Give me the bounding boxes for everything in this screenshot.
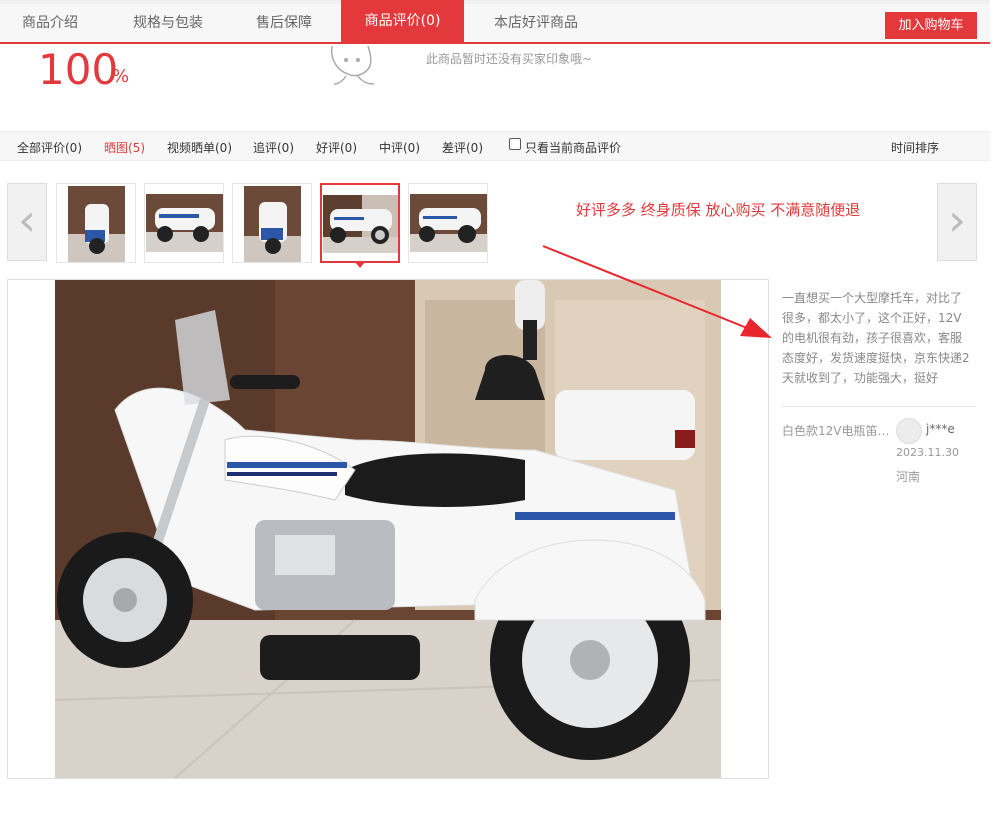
thumbnail-photo-4: [323, 195, 398, 253]
tab-after-sale[interactable]: 售后保障: [236, 4, 332, 42]
tab-bar: 商品介绍 规格与包装 售后保障 商品评价(0) 本店好评商品 加入购物车: [0, 0, 990, 44]
sort-by-time[interactable]: 时间排序: [891, 139, 939, 156]
filter-neutral[interactable]: 中评(0): [379, 139, 420, 156]
user-region: 河南: [896, 470, 921, 484]
review-divider: [782, 406, 976, 407]
tab-product-intro[interactable]: 商品介绍: [0, 4, 100, 42]
current-only-checkbox[interactable]: [509, 138, 521, 150]
tab-product-review[interactable]: 商品评价(0): [341, 0, 464, 42]
tab-store-good-products[interactable]: 本店好评商品: [474, 4, 598, 42]
review-thumbnail[interactable]: [232, 183, 312, 263]
thumbnail-photo-3: [244, 186, 301, 262]
filter-good[interactable]: 好评(0): [316, 139, 357, 156]
thumbnail-photo-5: [410, 194, 487, 252]
motorcycle-photo: [55, 280, 721, 778]
filter-all-reviews[interactable]: 全部评价(0): [17, 139, 82, 156]
user-name: j***e: [926, 422, 955, 436]
filter-video[interactable]: 视频晒单(0): [167, 139, 232, 156]
product-variant: 白色款12V电瓶笛…: [782, 424, 890, 438]
filter-follow-up[interactable]: 追评(0): [253, 139, 294, 156]
chevron-right-icon[interactable]: ›: [937, 183, 977, 261]
user-avatar: [896, 418, 922, 444]
review-photo[interactable]: [55, 280, 721, 778]
tab-spec-packaging[interactable]: 规格与包装: [112, 4, 224, 42]
review-content: 一直想买一个大型摩托车，对比了很多，都太小了，这个正好，12V的电机很有劲，孩子…: [782, 291, 970, 385]
good-rate-value: 100: [38, 45, 119, 94]
review-thumbnail[interactable]: [56, 183, 136, 263]
review-thumbnail-selected[interactable]: [320, 183, 400, 263]
current-only-label[interactable]: 只看当前商品评价: [525, 139, 621, 156]
review-filter-bar: 全部评价(0) 晒图(5) 视频晒单(0) 追评(0) 好评(0) 中评(0) …: [0, 131, 990, 161]
selected-thumbnail-caret: [355, 262, 365, 268]
good-rate-unit: %: [112, 66, 130, 87]
filter-bad[interactable]: 差评(0): [442, 139, 483, 156]
filter-with-pics[interactable]: 晒图(5): [104, 139, 145, 156]
review-date: 2023.11.30: [896, 446, 959, 459]
chevron-left-icon[interactable]: ‹: [7, 183, 47, 261]
promo-annotation: 好评多多 终身质保 放心购买 不满意随便退: [576, 201, 861, 219]
empty-face-icon: [330, 45, 375, 85]
thumbnail-photo-1: [68, 186, 125, 262]
review-thumbnail[interactable]: [144, 183, 224, 263]
add-to-cart-button[interactable]: 加入购物车: [885, 12, 977, 39]
thumbnail-photo-2: [146, 194, 223, 252]
review-thumbnail[interactable]: [408, 183, 488, 263]
empty-impression-text: 此商品暂时还没有买家印象哦~: [426, 52, 593, 66]
